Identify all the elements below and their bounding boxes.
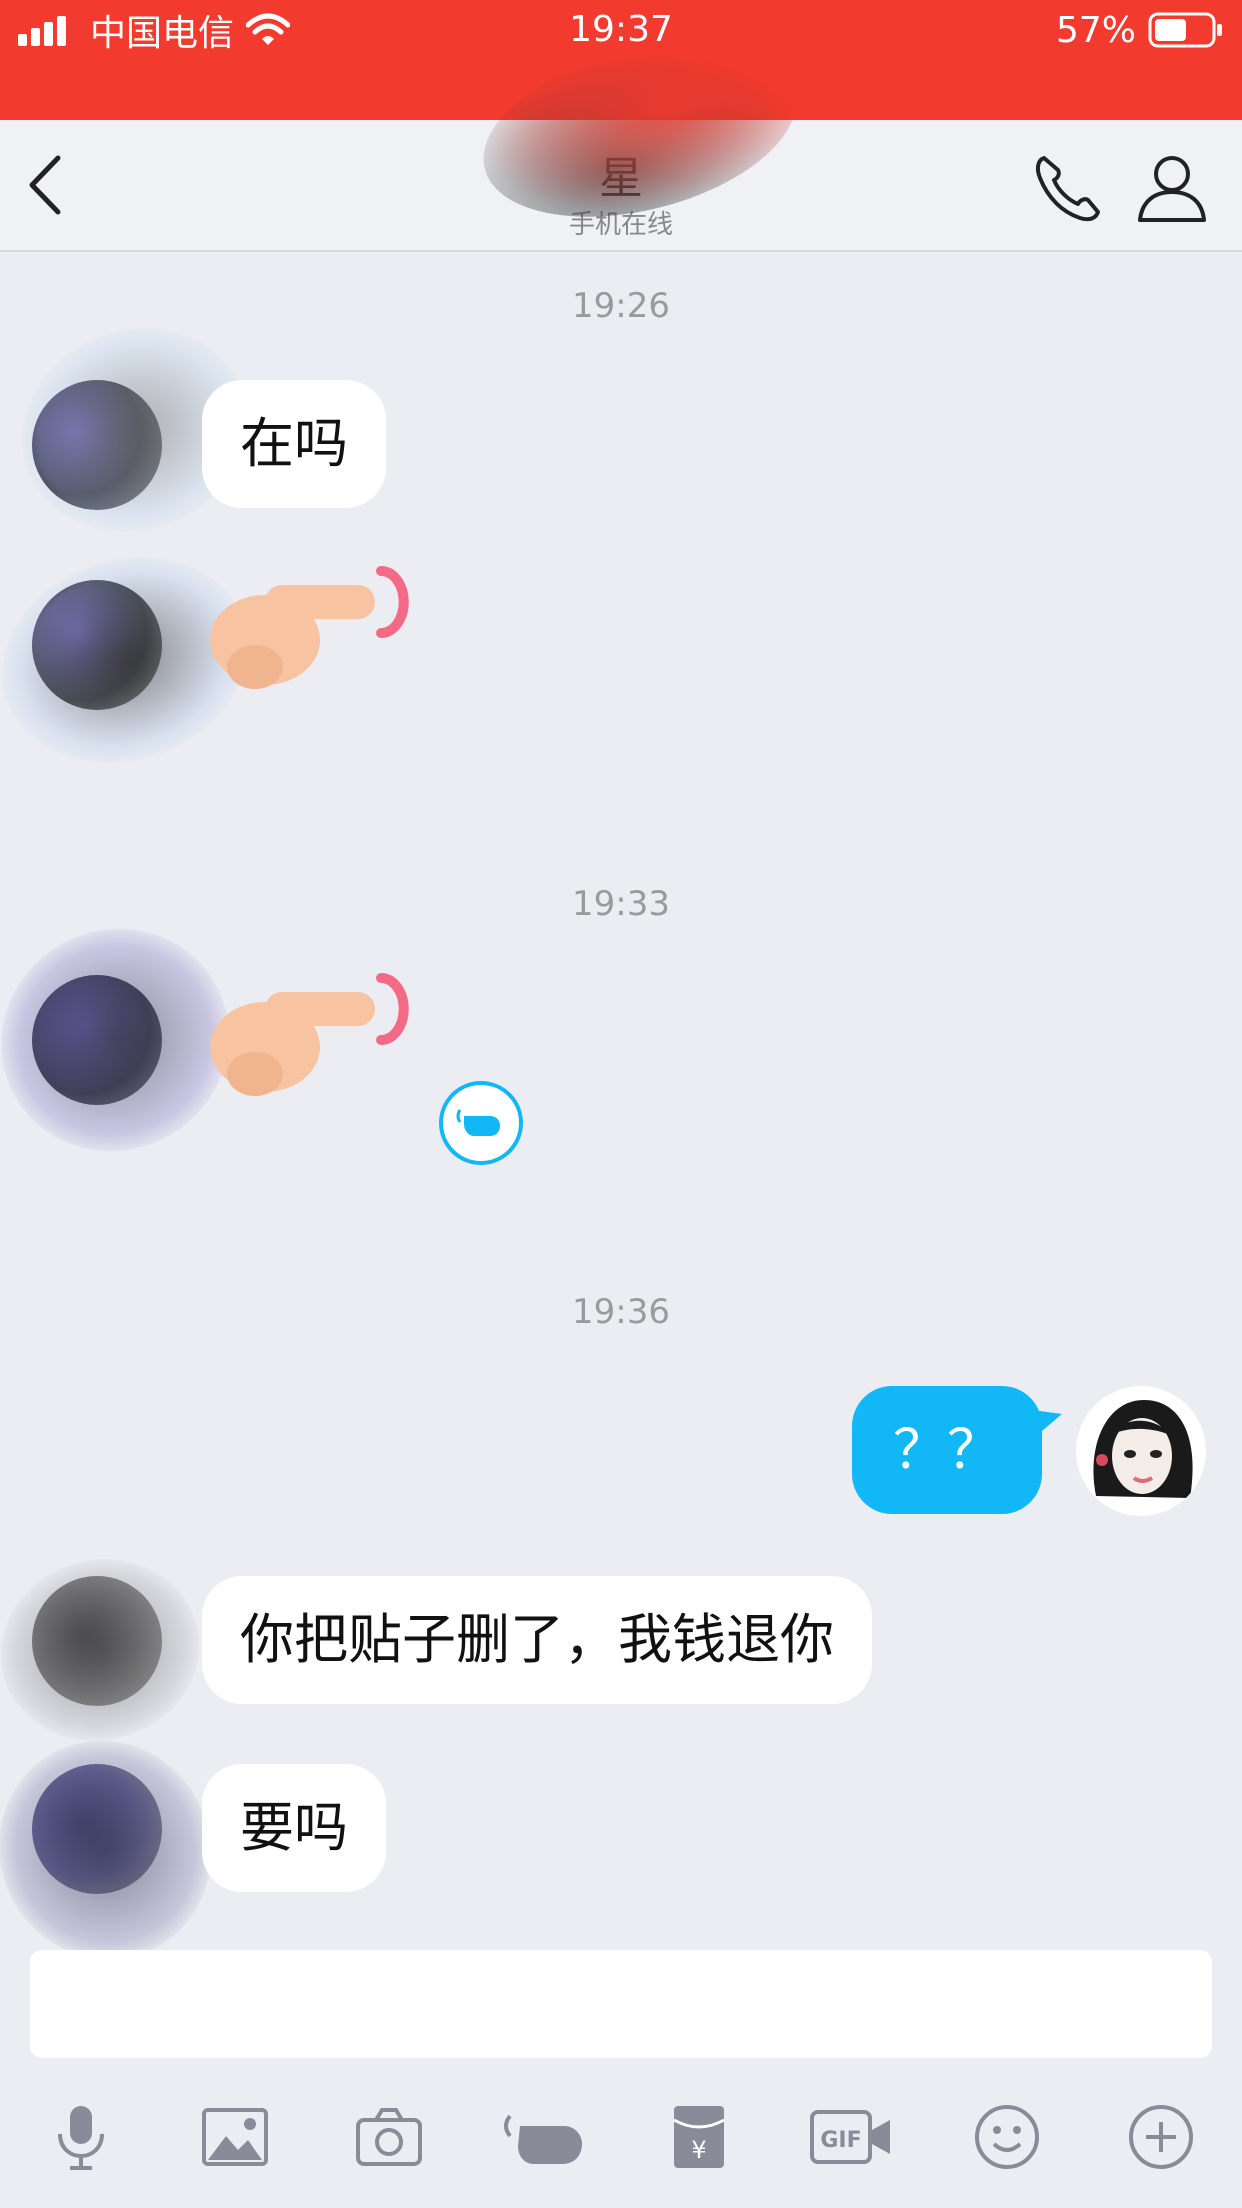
red-packet-icon[interactable]: ¥ (664, 2102, 734, 2172)
plus-icon[interactable] (1126, 2102, 1196, 2172)
outgoing-message-bubble[interactable]: ？？ (852, 1386, 1042, 1514)
battery-icon (1148, 12, 1222, 48)
pointing-hand-icon[interactable] (195, 555, 425, 705)
timestamp: 19:33 (572, 884, 670, 924)
chat-toolbar: ¥ GIF (0, 2084, 1242, 2188)
bubble-tail (1032, 1410, 1062, 1436)
timestamp: 19:26 (572, 286, 670, 326)
status-right: 57% (1055, 9, 1224, 51)
message-input[interactable] (30, 1950, 1212, 2058)
message-text: 你把贴子删了，我钱退你 (240, 1608, 834, 1671)
message-bubble[interactable]: 要吗 (202, 1764, 386, 1892)
image-icon[interactable] (200, 2102, 270, 2172)
profile-icon[interactable] (1134, 150, 1210, 226)
camera-icon[interactable] (354, 2102, 424, 2172)
phone-icon[interactable] (1030, 150, 1106, 226)
message-text: 要吗 (240, 1796, 348, 1859)
emoji-icon[interactable] (972, 2102, 1042, 2172)
chat-header: 星 手机在线 (0, 13, 1242, 252)
message-bubble[interactable]: 在吗 (202, 380, 386, 508)
avatar-scribble (0, 1537, 220, 1763)
pointing-hand-icon[interactable] (195, 962, 425, 1112)
poke-icon[interactable] (500, 2102, 588, 2172)
message-text: 在吗 (240, 412, 348, 475)
gif-icon[interactable]: GIF (808, 2102, 894, 2172)
microphone-icon[interactable] (46, 2102, 116, 2172)
svg-text:GIF: GIF (820, 2128, 861, 2153)
message-bubble[interactable]: 你把贴子删了，我钱退你 (202, 1576, 872, 1704)
poke-badge-icon[interactable] (438, 1080, 524, 1166)
svg-text:¥: ¥ (691, 2136, 706, 2164)
timestamp: 19:36 (572, 1292, 670, 1332)
my-avatar[interactable] (1076, 1386, 1206, 1516)
battery-percent: 57% (1055, 9, 1136, 51)
girl-avatar-icon (1076, 1386, 1206, 1516)
message-text: ？？ (893, 1418, 1001, 1481)
